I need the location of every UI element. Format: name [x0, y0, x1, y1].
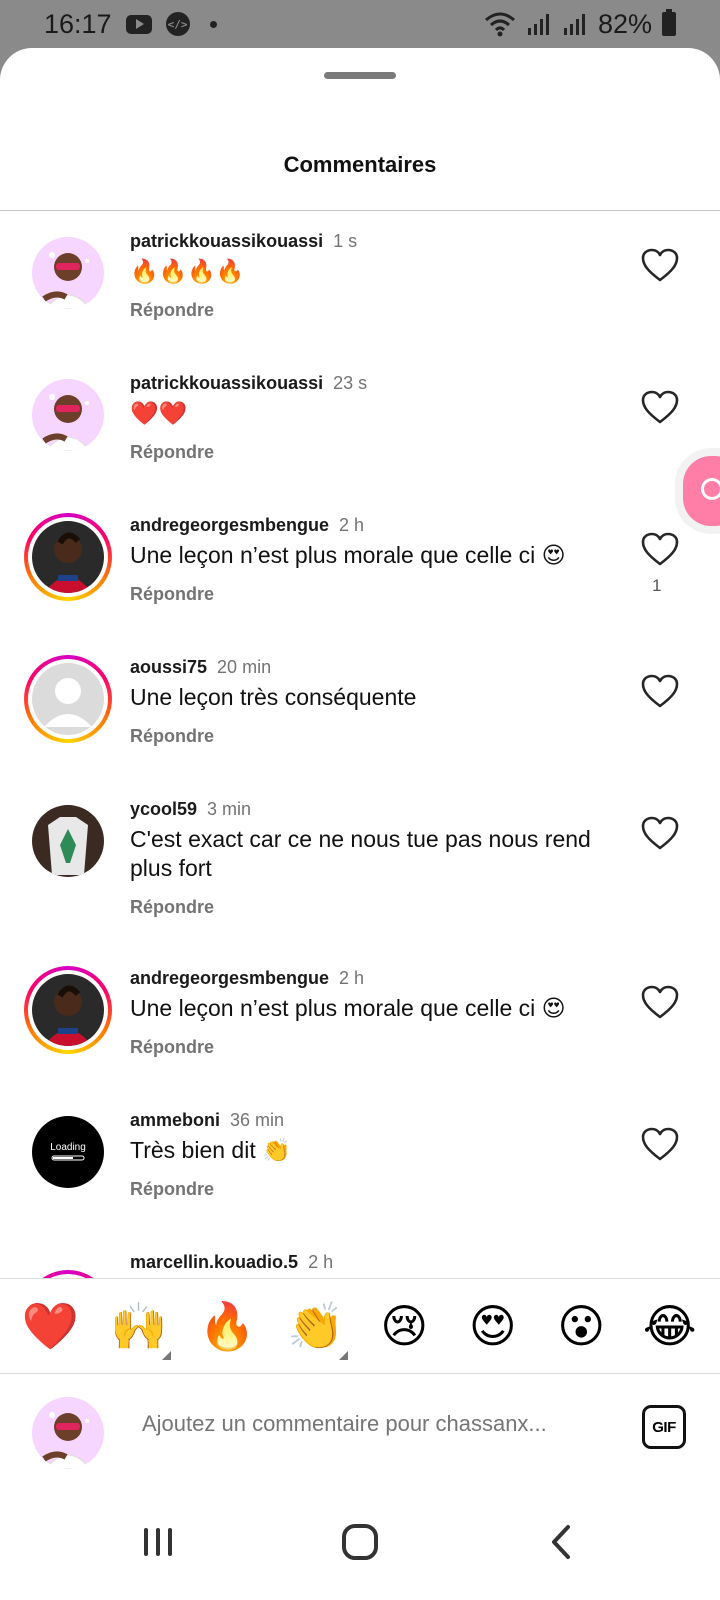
- heart-icon[interactable]: [640, 673, 680, 709]
- home-icon: [342, 1524, 378, 1560]
- reply-button[interactable]: Répondre: [130, 1037, 214, 1058]
- avatar[interactable]: Loading: [24, 1108, 112, 1196]
- comment-time: 2 h: [339, 515, 365, 535]
- heart-icon[interactable]: [640, 247, 680, 283]
- comment-username[interactable]: andregeorgesmbengue: [130, 515, 329, 535]
- emoji-laughing[interactable]: 😂: [636, 1298, 704, 1354]
- comment-text: ❤️❤️: [130, 400, 188, 426]
- back-icon: [552, 1525, 570, 1559]
- comment-header: marcellin.kouadio.5 2 h: [130, 1252, 333, 1273]
- battery-icon: [662, 9, 676, 36]
- battery-percent: 82%: [597, 8, 652, 39]
- heart-icon[interactable]: [640, 815, 680, 851]
- avatar-image: [32, 974, 104, 1046]
- emoji-crying[interactable]: 😢: [370, 1298, 438, 1354]
- comment-header: ycool59 3 min: [130, 799, 251, 820]
- emoji-quick-bar: ❤️ 🙌 🔥 👏 😢 😍 😮 😂: [0, 1278, 720, 1374]
- home-button[interactable]: [330, 1512, 390, 1572]
- comment-input[interactable]: [142, 1411, 602, 1437]
- comment-time: 36 min: [230, 1110, 285, 1130]
- reply-button[interactable]: Répondre: [130, 584, 214, 605]
- avatar-image: [32, 1397, 104, 1469]
- avatar: [24, 1389, 112, 1477]
- avatar-image: [32, 805, 104, 877]
- comment-username[interactable]: marcellin.kouadio.5: [130, 1252, 298, 1272]
- avatar[interactable]: [24, 513, 112, 601]
- recents-icon: [144, 1528, 172, 1556]
- comment-header: andregeorgesmbengue 2 h: [130, 968, 364, 989]
- drag-handle[interactable]: [324, 72, 396, 79]
- comment-header: andregeorgesmbengue 2 h: [130, 515, 364, 536]
- back-button[interactable]: [532, 1512, 592, 1572]
- heart-icon[interactable]: [640, 1126, 680, 1162]
- comment-list[interactable]: patrickkouassikouassi 1 s 🔥🔥🔥🔥 Répondre patr…: [0, 211, 720, 1351]
- comment-header: ammeboni 36 min: [130, 1110, 284, 1131]
- comment-text: Une leçon n’est plus morale que celle ci…: [130, 995, 566, 1021]
- heart-icon[interactable]: [640, 531, 680, 567]
- avatar-image: [32, 379, 104, 451]
- youtube-icon: [125, 14, 152, 34]
- comment-text: Très bien dit 👏: [130, 1137, 291, 1163]
- comment-time: 2 h: [339, 968, 365, 988]
- wifi-icon: [484, 12, 515, 37]
- emoji-heart[interactable]: ❤️: [16, 1298, 84, 1354]
- comment-time: 1 s: [333, 231, 358, 251]
- reply-button[interactable]: Répondre: [130, 300, 214, 321]
- comment-header: patrickkouassikouassi 1 s: [130, 231, 357, 252]
- emoji-heart-eyes[interactable]: 😍: [459, 1298, 527, 1354]
- comment-text: Une leçon très conséquente: [130, 684, 417, 710]
- emoji-surprised[interactable]: 😮: [547, 1298, 615, 1354]
- dot-icon: [209, 20, 217, 28]
- gif-button[interactable]: GIF: [642, 1405, 686, 1449]
- reply-button[interactable]: Répondre: [130, 442, 214, 463]
- emoji-clap[interactable]: 👏: [282, 1298, 350, 1360]
- comment-username[interactable]: ammeboni: [130, 1110, 220, 1130]
- avatar[interactable]: [24, 966, 112, 1054]
- comment-username[interactable]: aoussi75: [130, 657, 207, 677]
- reply-button[interactable]: Répondre: [130, 897, 214, 918]
- reply-button[interactable]: Répondre: [130, 726, 214, 747]
- plus-circle-icon: [701, 478, 720, 500]
- heart-icon[interactable]: [640, 984, 680, 1020]
- avatar[interactable]: [24, 655, 112, 743]
- comment-header: aoussi75 20 min: [130, 657, 271, 678]
- comment-text: C'est exact car ce ne nous tue pas nous …: [130, 826, 591, 881]
- signal-icon: [527, 14, 549, 35]
- avatar[interactable]: [24, 229, 112, 317]
- avatar-image: [32, 237, 104, 309]
- like-count: 1: [652, 576, 662, 595]
- comment-time: 23 s: [333, 373, 368, 393]
- recents-button[interactable]: [128, 1512, 188, 1572]
- status-bar: 16:17 </> 82%: [0, 0, 720, 48]
- svg-text:Loading: Loading: [50, 1142, 86, 1153]
- sheet-title: Commentaires: [283, 152, 437, 177]
- comment-username[interactable]: ycool59: [130, 799, 197, 819]
- avatar[interactable]: [24, 371, 112, 459]
- floating-add-button[interactable]: [683, 456, 720, 526]
- emoji-raised-hands[interactable]: 🙌: [105, 1298, 173, 1360]
- avatar-image: [32, 521, 104, 593]
- avatar-image: Loading: [32, 1116, 104, 1188]
- comments-sheet: Commentaires patrickkouassikouassi 1 s 🔥🔥🔥…: [0, 48, 720, 1600]
- comment-time: 20 min: [217, 657, 272, 677]
- emoji-fire[interactable]: 🔥: [193, 1298, 261, 1354]
- comment-text: Une leçon n’est plus morale que celle ci…: [130, 542, 566, 568]
- avatar[interactable]: [24, 797, 112, 885]
- signal-icon: [563, 14, 585, 35]
- avatar-image: [32, 663, 104, 735]
- comment-header: patrickkouassikouassi 23 s: [130, 373, 367, 394]
- comment-username[interactable]: patrickkouassikouassi: [130, 231, 323, 251]
- comment-text: 🔥🔥🔥🔥: [130, 258, 245, 284]
- comment-time: 2 h: [308, 1252, 334, 1272]
- heart-icon[interactable]: [640, 389, 680, 425]
- reply-button[interactable]: Répondre: [130, 1179, 214, 1200]
- comment-time: 3 min: [207, 799, 252, 819]
- code-icon: </>: [165, 12, 190, 36]
- system-nav-bar: [0, 1488, 720, 1600]
- comment-username[interactable]: andregeorgesmbengue: [130, 968, 329, 988]
- comment-username[interactable]: patrickkouassikouassi: [130, 373, 323, 393]
- comment-composer: GIF: [0, 1375, 720, 1475]
- status-time: 16:17: [44, 8, 112, 39]
